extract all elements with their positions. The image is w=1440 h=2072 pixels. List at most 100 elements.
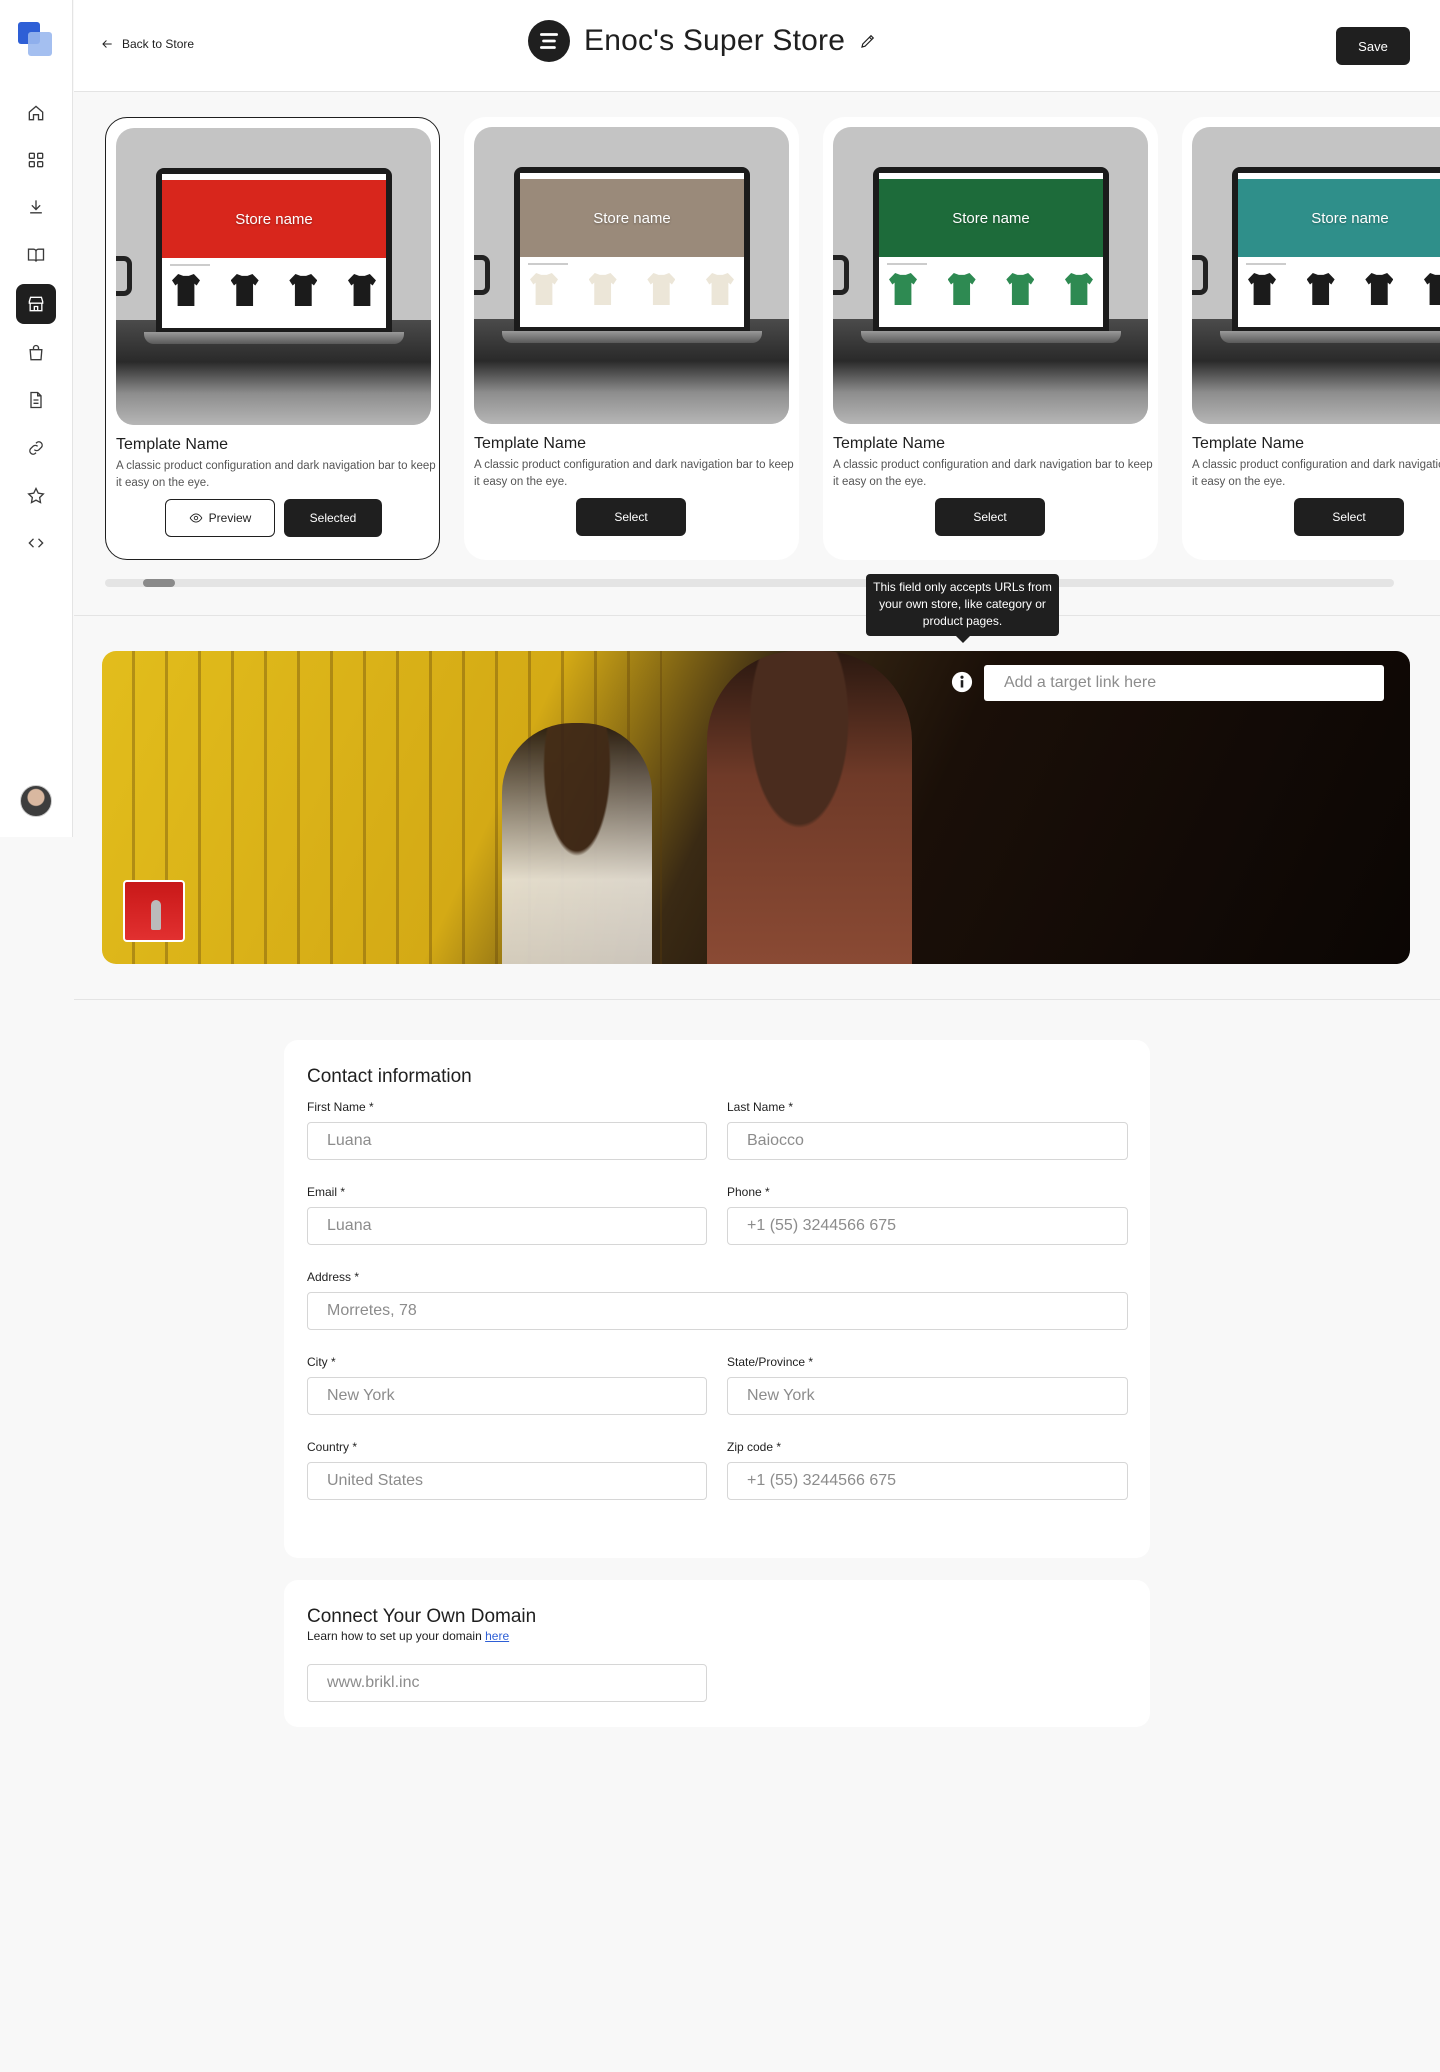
product-thumbnail [1064, 273, 1093, 305]
mockup-store-name: Store name [593, 209, 671, 227]
carousel-scroll-thumb[interactable] [142, 579, 175, 587]
document-icon[interactable] [16, 380, 56, 420]
zip-code-field: Zip code * [727, 1440, 1128, 1500]
address-label: Address * [307, 1270, 360, 1284]
domain-input[interactable] [307, 1664, 707, 1702]
target-link-input[interactable] [984, 665, 1384, 701]
brand-logo[interactable] [18, 22, 54, 58]
save-button[interactable]: Save [1336, 27, 1410, 65]
last-name-input[interactable] [727, 1122, 1128, 1160]
template-preview-image: Store name [474, 127, 789, 424]
product-thumbnail [347, 274, 376, 306]
city-input[interactable] [307, 1377, 707, 1415]
domain-help-text: Learn how to set up your domain here [307, 1629, 509, 1643]
first-name-input[interactable] [307, 1122, 707, 1160]
address-field: Address * [307, 1270, 1128, 1330]
page-header: Back to Store Enoc's Super Store Save [74, 0, 1440, 92]
phone-input[interactable] [727, 1207, 1128, 1245]
template-name: Template Name [474, 435, 587, 452]
grid-icon[interactable] [16, 140, 56, 180]
select-button[interactable]: Select [1294, 498, 1404, 536]
domain-help-link[interactable]: here [485, 1629, 509, 1643]
email-input[interactable] [307, 1207, 707, 1245]
domain-title: Connect Your Own Domain [307, 1606, 537, 1627]
template-preview-image: Store name [116, 128, 431, 425]
city-field: City * [307, 1355, 707, 1415]
state-label: State/Province * [727, 1355, 814, 1369]
template-card[interactable]: Store name Template Name A classic product… [823, 117, 1158, 560]
mockup-store-name: Store name [952, 209, 1030, 227]
shopping-bag-icon[interactable] [16, 333, 56, 373]
laptop-mockup: Store name [873, 167, 1109, 333]
sidebar [0, 0, 73, 837]
store-logo-icon [528, 20, 570, 62]
banner-thumbnail[interactable] [123, 880, 185, 942]
star-icon[interactable] [16, 476, 56, 516]
product-thumbnail [947, 273, 976, 305]
selected-button[interactable]: Selected [284, 499, 382, 537]
template-card[interactable]: Store name Template Name A classic product… [1182, 117, 1440, 560]
template-description: A classic product configuration and dark… [116, 460, 436, 489]
laptop-mockup: Store name [156, 168, 392, 334]
email-label: Email * [307, 1185, 346, 1199]
model-figure-right [707, 651, 912, 964]
info-icon[interactable] [951, 671, 973, 693]
template-card[interactable]: Store name Template Name A classic product… [105, 117, 440, 560]
contact-information-panel: Contact information First Name * Last Na… [284, 1040, 1150, 1558]
email-field: Email * [307, 1185, 707, 1245]
eye-icon [189, 513, 202, 523]
product-thumbnail [1423, 273, 1440, 305]
store-name: Enoc's Super Store [584, 24, 846, 57]
product-thumbnail [705, 273, 734, 305]
model-figure-left [502, 723, 652, 964]
carousel-scrollbar[interactable] [105, 579, 1394, 587]
code-icon[interactable] [16, 523, 56, 563]
arrow-left-icon [102, 40, 112, 48]
template-preview-image: Store name [1192, 127, 1440, 424]
connect-domain-panel: Connect Your Own Domain Learn how to set… [284, 1580, 1150, 1727]
last-name-label: Last Name * [727, 1100, 794, 1114]
target-link-tooltip: This field only accepts URLs from your o… [866, 574, 1059, 643]
preview-label: Preview [208, 511, 252, 525]
section-divider [74, 999, 1440, 1000]
back-to-store-link[interactable]: Back to Store [100, 37, 194, 51]
banner-image [102, 651, 1410, 964]
product-thumbnail [647, 273, 676, 305]
product-thumbnail [1006, 273, 1035, 305]
address-input[interactable] [307, 1292, 1128, 1330]
book-icon[interactable] [16, 235, 56, 275]
storefront-icon[interactable] [16, 284, 56, 324]
zip-code-input[interactable] [727, 1462, 1128, 1500]
phone-field: Phone * [727, 1185, 1128, 1245]
link-icon[interactable] [16, 428, 56, 468]
download-icon[interactable] [16, 187, 56, 227]
template-card[interactable]: Store name Template Name A classic product… [464, 117, 799, 560]
template-carousel[interactable]: Store name Template Name A classic product… [105, 117, 1440, 561]
template-name: Template Name [116, 436, 229, 453]
product-thumbnail [230, 274, 259, 306]
product-thumbnail [289, 274, 318, 306]
product-thumbnail [1365, 273, 1394, 305]
country-field: Country * [307, 1440, 707, 1500]
first-name-field: First Name * [307, 1100, 707, 1160]
home-icon[interactable] [16, 93, 56, 133]
store-title: Enoc's Super Store [528, 20, 877, 62]
country-input[interactable] [307, 1462, 707, 1500]
preview-button[interactable]: Preview [165, 499, 275, 537]
back-link-label: Back to Store [122, 37, 195, 51]
mockup-store-name: Store name [1311, 209, 1389, 227]
pencil-icon[interactable] [859, 32, 877, 50]
state-input[interactable] [727, 1377, 1128, 1415]
select-button[interactable]: Select [576, 498, 686, 536]
country-label: Country * [307, 1440, 358, 1454]
template-name: Template Name [833, 435, 946, 452]
product-thumbnail [530, 273, 558, 305]
product-thumbnail [1306, 273, 1335, 305]
product-thumbnail [889, 273, 917, 305]
domain-help-label: Learn how to set up your domain [307, 1629, 482, 1643]
select-button[interactable]: Select [935, 498, 1045, 536]
avatar[interactable] [20, 785, 52, 817]
contact-title: Contact information [307, 1066, 472, 1087]
first-name-label: First Name * [307, 1100, 374, 1114]
laptop-mockup: Store name [514, 167, 750, 333]
